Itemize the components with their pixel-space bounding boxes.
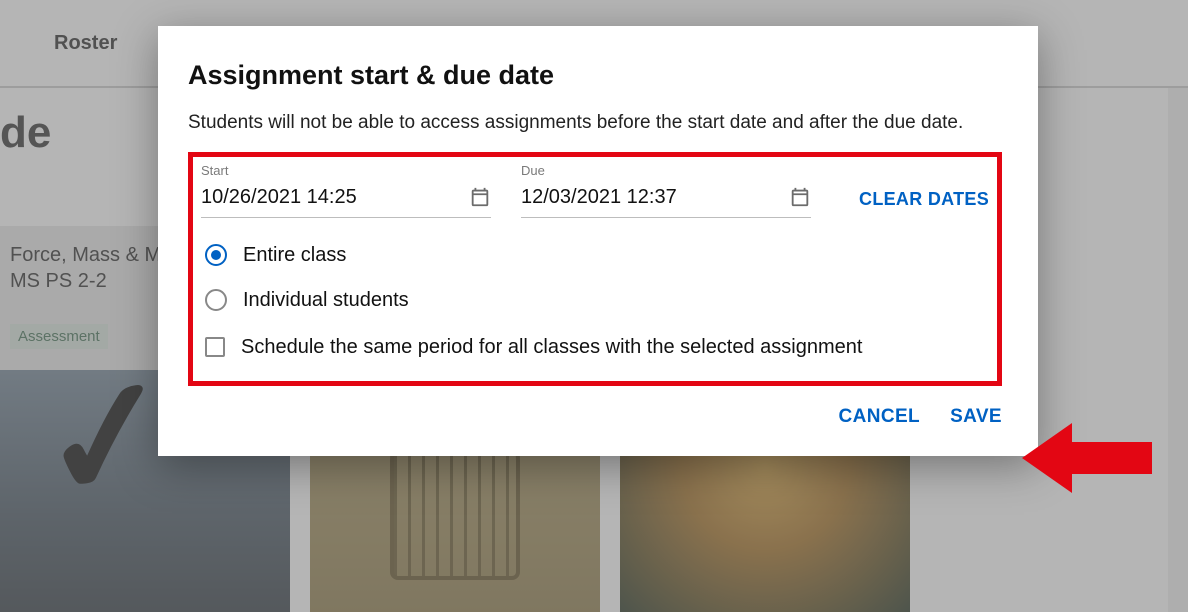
radio-label: Entire class <box>243 244 346 267</box>
calendar-icon[interactable] <box>469 186 491 208</box>
radio-icon[interactable] <box>205 244 227 266</box>
modal-title: Assignment start & due date <box>188 60 1002 91</box>
clear-dates-button[interactable]: CLEAR DATES <box>859 189 989 218</box>
due-date-field[interactable]: Due 12/03/2021 12:37 <box>521 163 811 218</box>
modal-actions: CANCEL SAVE <box>188 406 1002 428</box>
radio-label: Individual students <box>243 289 409 312</box>
radio-individual-students[interactable]: Individual students <box>205 289 989 312</box>
modal-description: Students will not be able to access assi… <box>188 109 1002 138</box>
highlighted-section: Start 10/26/2021 14:25 Due 12/03/2021 12… <box>188 152 1002 386</box>
annotation-arrow-icon <box>1022 418 1152 498</box>
calendar-icon[interactable] <box>789 186 811 208</box>
checkbox-icon[interactable] <box>205 337 225 357</box>
due-date-label: Due <box>521 163 811 178</box>
start-date-value[interactable]: 10/26/2021 14:25 <box>201 186 357 209</box>
assignment-date-modal: Assignment start & due date Students wil… <box>158 26 1038 456</box>
save-button[interactable]: SAVE <box>950 406 1002 428</box>
start-date-label: Start <box>201 163 491 178</box>
cancel-button[interactable]: CANCEL <box>838 406 920 428</box>
start-date-field[interactable]: Start 10/26/2021 14:25 <box>201 163 491 218</box>
radio-icon[interactable] <box>205 289 227 311</box>
date-row: Start 10/26/2021 14:25 Due 12/03/2021 12… <box>201 163 989 218</box>
radio-entire-class[interactable]: Entire class <box>205 244 989 267</box>
checkbox-label: Schedule the same period for all classes… <box>241 336 862 359</box>
checkbox-same-period[interactable]: Schedule the same period for all classes… <box>205 336 989 359</box>
due-date-value[interactable]: 12/03/2021 12:37 <box>521 186 677 209</box>
